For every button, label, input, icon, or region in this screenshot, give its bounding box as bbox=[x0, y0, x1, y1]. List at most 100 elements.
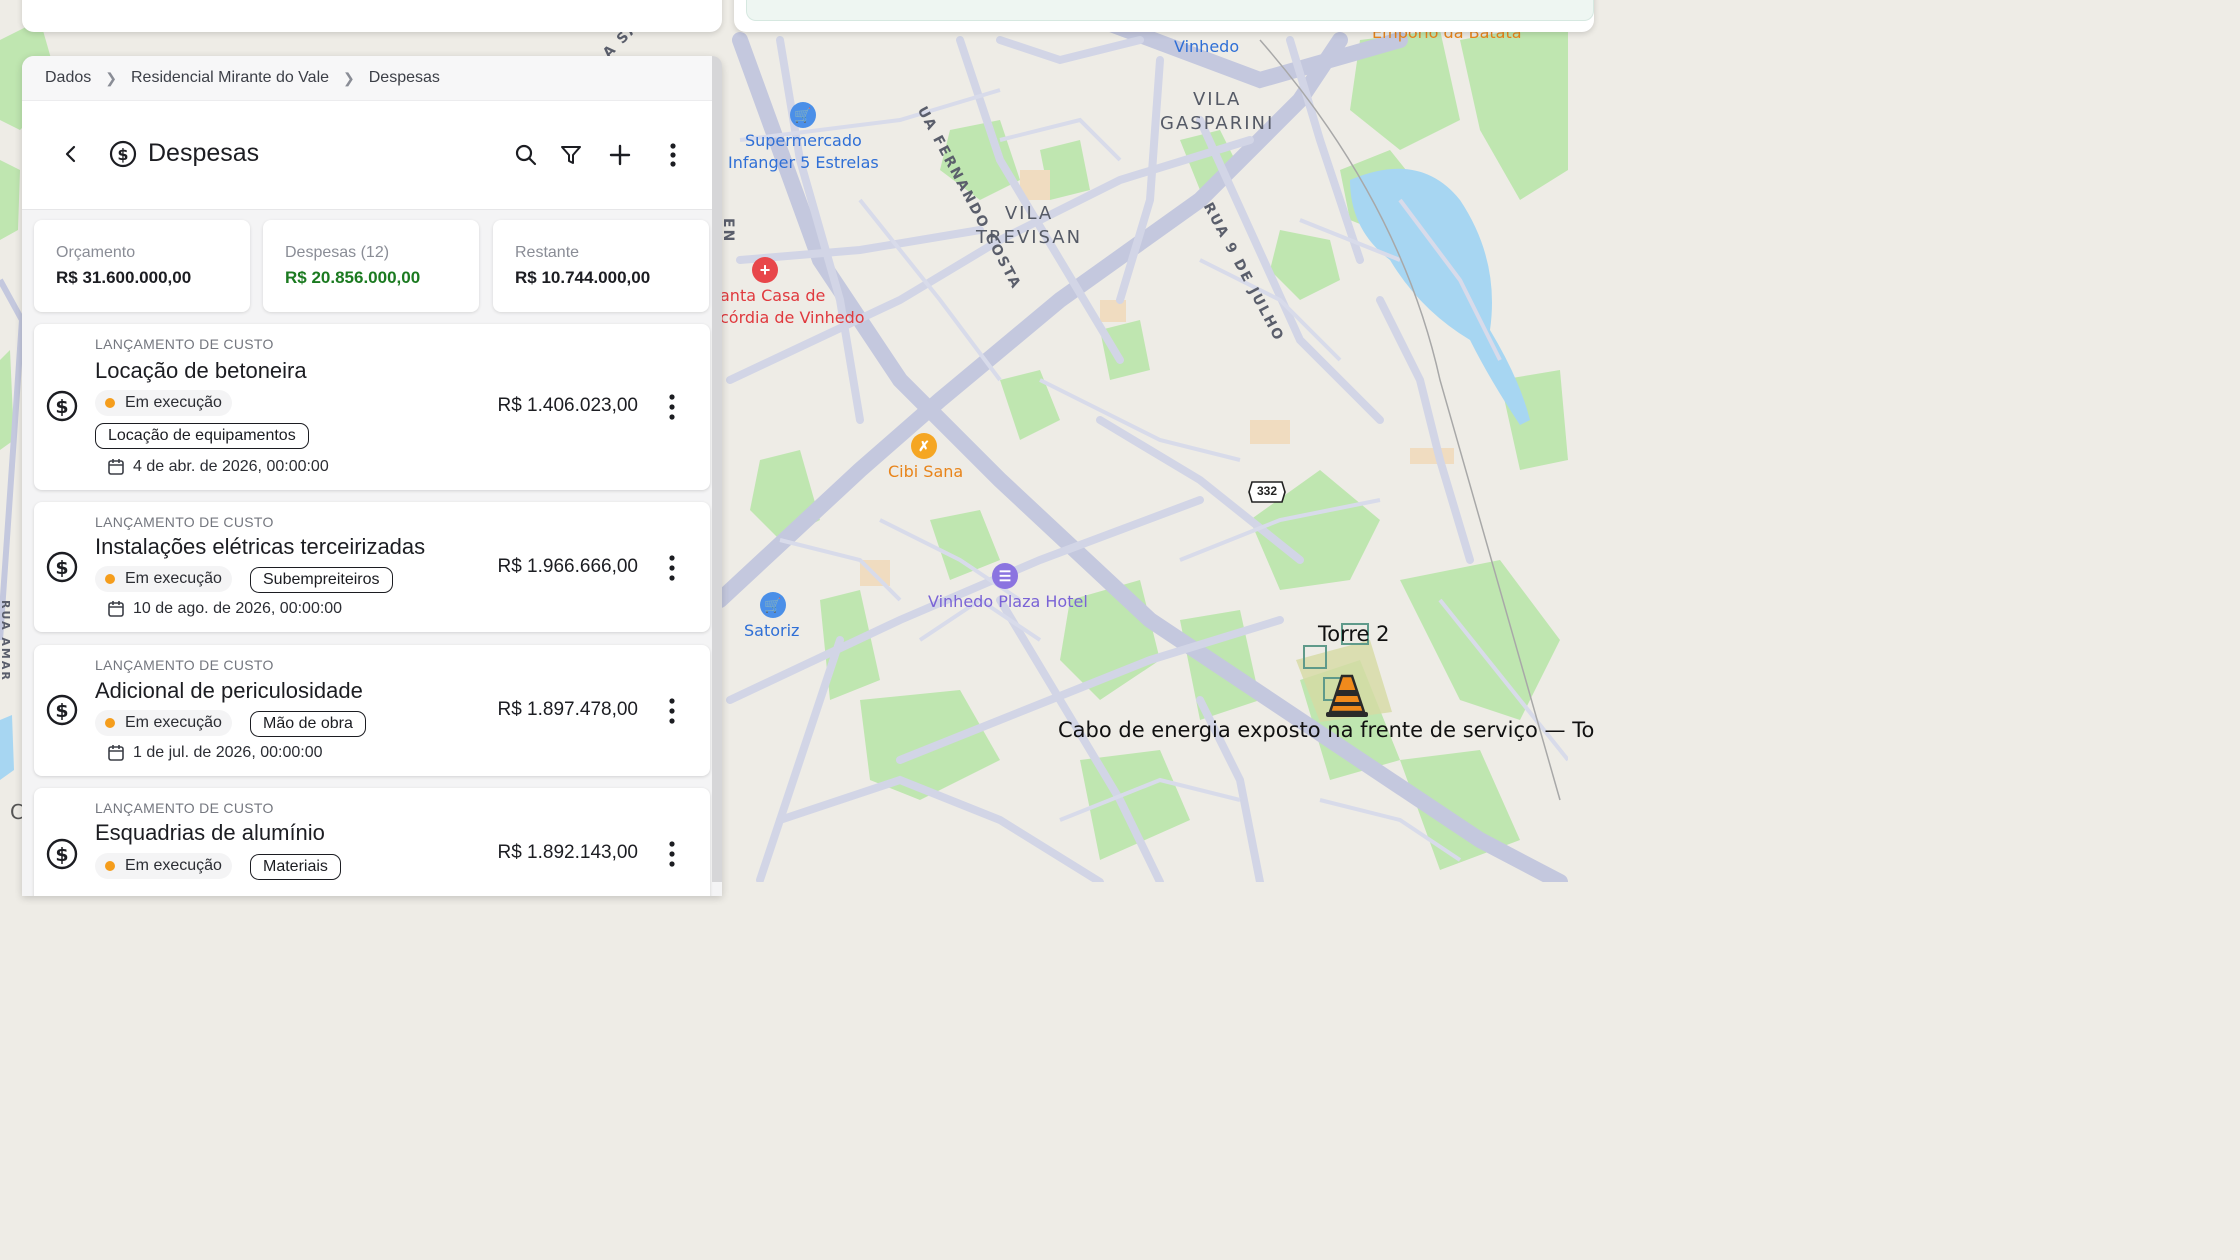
expense-date: 4 de abr. de 2026, 00:00:00 bbox=[107, 458, 329, 476]
status-dot-icon bbox=[105, 398, 115, 408]
expense-amount: R$ 1.966.666,00 bbox=[497, 556, 638, 577]
place-label[interactable]: Vinhedo bbox=[1174, 36, 1239, 58]
svg-text:$: $ bbox=[55, 557, 68, 579]
breadcrumb: Dados ❯ Residencial Mirante do Vale ❯ De… bbox=[22, 56, 722, 101]
budget-label: Orçamento bbox=[56, 244, 136, 261]
place-label[interactable]: Cibi Sana bbox=[888, 461, 963, 483]
svg-text:$: $ bbox=[55, 700, 68, 722]
expense-card[interactable]: $ LANÇAMENTO DE CUSTO Instalações elétri… bbox=[34, 502, 710, 632]
remaining-label: Restante bbox=[515, 244, 580, 261]
expense-card[interactable]: $ LANÇAMENTO DE CUSTO Locação de betonei… bbox=[34, 324, 710, 490]
expense-amount: R$ 1.406.023,00 bbox=[497, 395, 638, 416]
category-chip[interactable]: Mão de obra bbox=[250, 711, 366, 737]
expenses-total-label: Despesas (12) bbox=[285, 244, 390, 261]
search-icon[interactable] bbox=[510, 139, 542, 171]
svg-text:$: $ bbox=[55, 396, 68, 418]
breadcrumb-item[interactable]: Residencial Mirante do Vale bbox=[131, 69, 329, 87]
district-label: VILA GASPARINI bbox=[1160, 89, 1275, 134]
alert-label[interactable]: Cabo de energia exposto na frente de ser… bbox=[1058, 718, 1594, 742]
expense-type: LANÇAMENTO DE CUSTO bbox=[95, 657, 274, 673]
status-dot-icon bbox=[105, 718, 115, 728]
category-chip[interactable]: Materiais bbox=[250, 854, 341, 880]
more-vert-icon[interactable] bbox=[662, 393, 682, 421]
place-label[interactable]: Satoriz bbox=[744, 620, 799, 642]
budget-value: R$ 31.600.000,00 bbox=[56, 268, 192, 287]
chevron-right-icon: ❯ bbox=[343, 69, 355, 86]
more-vert-icon[interactable] bbox=[658, 139, 688, 171]
more-vert-icon[interactable] bbox=[662, 840, 682, 868]
expense-title: Esquadrias de alumínio bbox=[95, 820, 325, 845]
place-label[interactable]: Supermercado Infanger 5 Estrelas bbox=[728, 130, 879, 174]
expense-card[interactable]: $ LANÇAMENTO DE CUSTO Adicional de peric… bbox=[34, 645, 710, 776]
status-dot-icon bbox=[105, 861, 115, 871]
back-arrow-icon[interactable] bbox=[56, 139, 86, 169]
status-badge: Em execução bbox=[95, 566, 232, 592]
budget-card: Orçamento R$ 31.600.000,00 bbox=[34, 220, 250, 312]
expense-amount: R$ 1.897.478,00 bbox=[497, 699, 638, 720]
plus-icon[interactable] bbox=[604, 139, 636, 171]
dollar-circle-icon: $ bbox=[108, 139, 138, 169]
expenses-total-card: Despesas (12) R$ 20.856.000,00 bbox=[263, 220, 479, 312]
place-label[interactable]: anta Casa de córdia de Vinhedo bbox=[720, 285, 865, 329]
dollar-circle-icon: $ bbox=[46, 838, 78, 870]
expense-title: Instalações elétricas terceirizadas bbox=[95, 534, 426, 559]
road-shield-number: 332 bbox=[1256, 484, 1278, 498]
summary-cards: Orçamento R$ 31.600.000,00 Despesas (12)… bbox=[34, 220, 710, 312]
expense-title: Adicional de periculosidade bbox=[95, 678, 363, 703]
status-badge: Em execução bbox=[95, 390, 232, 416]
more-vert-icon[interactable] bbox=[662, 697, 682, 725]
filter-icon[interactable] bbox=[555, 139, 587, 171]
svg-text:$: $ bbox=[117, 145, 128, 164]
remaining-value: R$ 10.744.000,00 bbox=[515, 268, 651, 287]
cart-icon[interactable]: 🛒 bbox=[760, 592, 786, 618]
street-label: EN bbox=[720, 218, 736, 244]
page-header: $ Despesas bbox=[22, 101, 722, 210]
map-search-field[interactable] bbox=[746, 0, 1594, 21]
place-label[interactable]: Vinhedo Plaza Hotel bbox=[928, 591, 1088, 613]
status-badge: Em execução bbox=[95, 710, 232, 736]
hotel-icon[interactable]: ☰ bbox=[992, 563, 1018, 589]
calendar-icon bbox=[108, 459, 124, 475]
expense-date-text: 1 de jul. de 2026, 00:00:00 bbox=[133, 744, 323, 761]
expense-date: 10 de ago. de 2026, 00:00:00 bbox=[107, 600, 342, 618]
traffic-cone-icon[interactable] bbox=[1322, 672, 1372, 720]
restaurant-icon[interactable]: ✗ bbox=[911, 433, 937, 459]
expense-type: LANÇAMENTO DE CUSTO bbox=[95, 336, 274, 352]
dollar-circle-icon: $ bbox=[46, 551, 78, 583]
map-topbar bbox=[734, 0, 1594, 32]
dollar-circle-icon: $ bbox=[46, 390, 78, 422]
status-label: Em execução bbox=[125, 857, 222, 874]
expenses-panel: Dados ❯ Residencial Mirante do Vale ❯ De… bbox=[22, 56, 722, 896]
svg-text:$: $ bbox=[55, 844, 68, 866]
breadcrumb-item[interactable]: Despesas bbox=[369, 69, 440, 87]
category-chip[interactable]: Subempreiteiros bbox=[250, 567, 393, 593]
remaining-card: Restante R$ 10.744.000,00 bbox=[493, 220, 709, 312]
expenses-total-value: R$ 20.856.000,00 bbox=[285, 268, 421, 287]
panel-scrollbar[interactable] bbox=[712, 56, 722, 882]
status-badge: Em execução bbox=[95, 853, 232, 879]
dollar-circle-icon: $ bbox=[46, 694, 78, 726]
district-label: VILA TREVISAN bbox=[976, 203, 1083, 248]
more-vert-icon[interactable] bbox=[662, 554, 682, 582]
page-title: Despesas bbox=[148, 139, 260, 167]
chevron-right-icon: ❯ bbox=[105, 69, 117, 86]
expense-title: Locação de betoneira bbox=[95, 358, 307, 383]
category-chip[interactable]: Locação de equipamentos bbox=[95, 423, 309, 449]
expense-type: LANÇAMENTO DE CUSTO bbox=[95, 514, 274, 530]
expense-amount: R$ 1.892.143,00 bbox=[497, 842, 638, 863]
app-topbar bbox=[22, 0, 722, 32]
calendar-icon bbox=[108, 601, 124, 617]
site-label[interactable]: Torre 2 bbox=[1318, 622, 1390, 646]
expense-date-text: 10 de ago. de 2026, 00:00:00 bbox=[133, 600, 343, 617]
status-label: Em execução bbox=[125, 714, 222, 731]
road-shield: 332 bbox=[1248, 480, 1286, 504]
expense-card[interactable]: $ LANÇAMENTO DE CUSTO Esquadrias de alum… bbox=[34, 788, 710, 896]
expense-type: LANÇAMENTO DE CUSTO bbox=[95, 800, 274, 816]
expense-date-text: 4 de abr. de 2026, 00:00:00 bbox=[133, 458, 329, 475]
breadcrumb-item[interactable]: Dados bbox=[45, 69, 91, 87]
hospital-icon[interactable]: + bbox=[752, 257, 778, 283]
expense-date: 1 de jul. de 2026, 00:00:00 bbox=[107, 744, 323, 762]
status-label: Em execução bbox=[125, 394, 222, 411]
status-label: Em execução bbox=[125, 570, 222, 587]
cart-icon[interactable]: 🛒 bbox=[790, 102, 816, 128]
